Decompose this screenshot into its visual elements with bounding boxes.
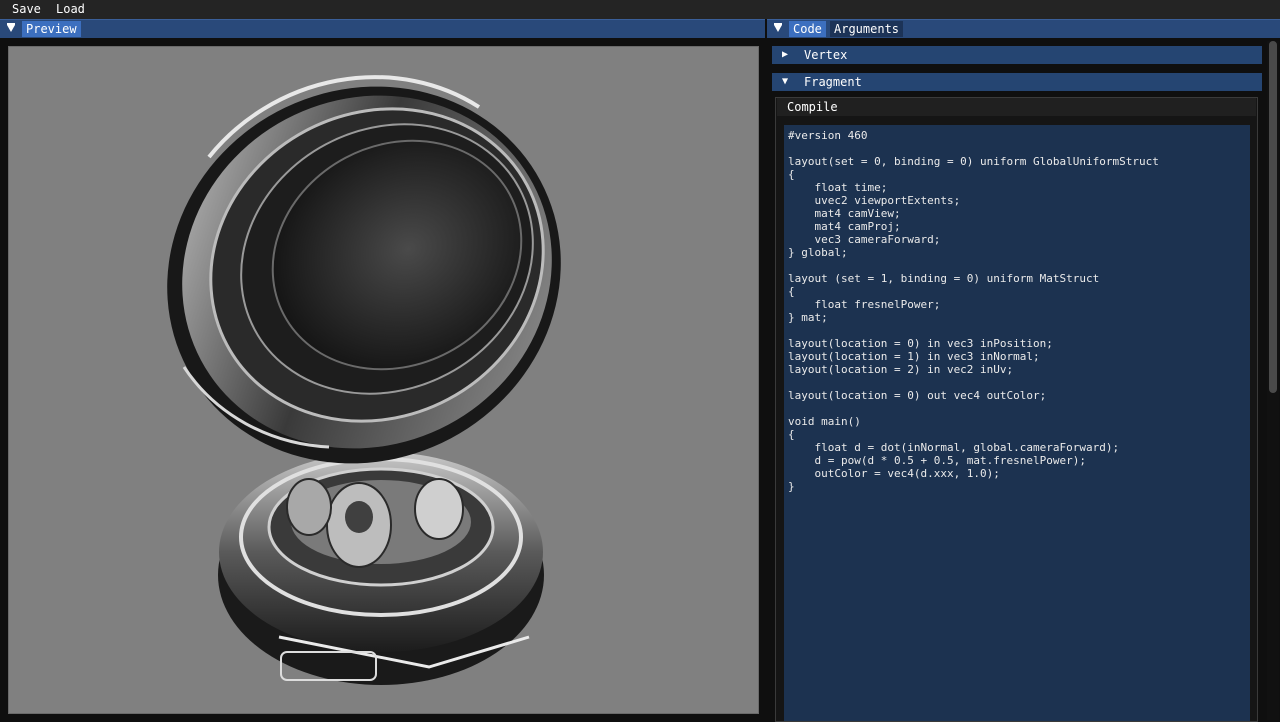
scrollbar-thumb[interactable] <box>1269 41 1277 393</box>
fragment-code-editor[interactable]: #version 460 layout(set = 0, binding = 0… <box>784 125 1250 721</box>
fragment-section-label: Fragment <box>804 75 862 89</box>
tab-preview[interactable]: Preview <box>22 21 81 37</box>
preview-title-bar: Preview <box>0 19 765 38</box>
code-window: Code Arguments ▶ Vertex ▼ Fragment Compi… <box>767 19 1280 722</box>
fragment-section-header[interactable]: ▼ Fragment <box>772 73 1262 91</box>
vertex-section-header[interactable]: ▶ Vertex <box>772 46 1262 64</box>
menu-bar: Save Load <box>0 0 1280 19</box>
tab-arguments[interactable]: Arguments <box>830 21 904 37</box>
rendered-model-image <box>167 75 561 685</box>
load-menu-item[interactable]: Load <box>56 2 85 17</box>
vertex-section-label: Vertex <box>804 48 848 62</box>
fragment-source-text[interactable]: #version 460 layout(set = 0, binding = 0… <box>784 125 1250 493</box>
expand-arrow-down-icon: ▼ <box>782 76 789 87</box>
expand-arrow-right-icon: ▶ <box>782 49 789 60</box>
preview-window: Preview <box>0 19 765 720</box>
tab-code[interactable]: Code <box>789 21 826 37</box>
save-menu-item[interactable]: Save <box>12 2 41 17</box>
render-viewport[interactable] <box>8 46 759 714</box>
code-scrollbar[interactable] <box>1267 41 1279 720</box>
code-title-bar: Code Arguments <box>767 19 1280 38</box>
fragment-editor-panel: Compile #version 460 layout(set = 0, bin… <box>775 97 1258 722</box>
compile-button[interactable]: Compile <box>777 98 1256 116</box>
